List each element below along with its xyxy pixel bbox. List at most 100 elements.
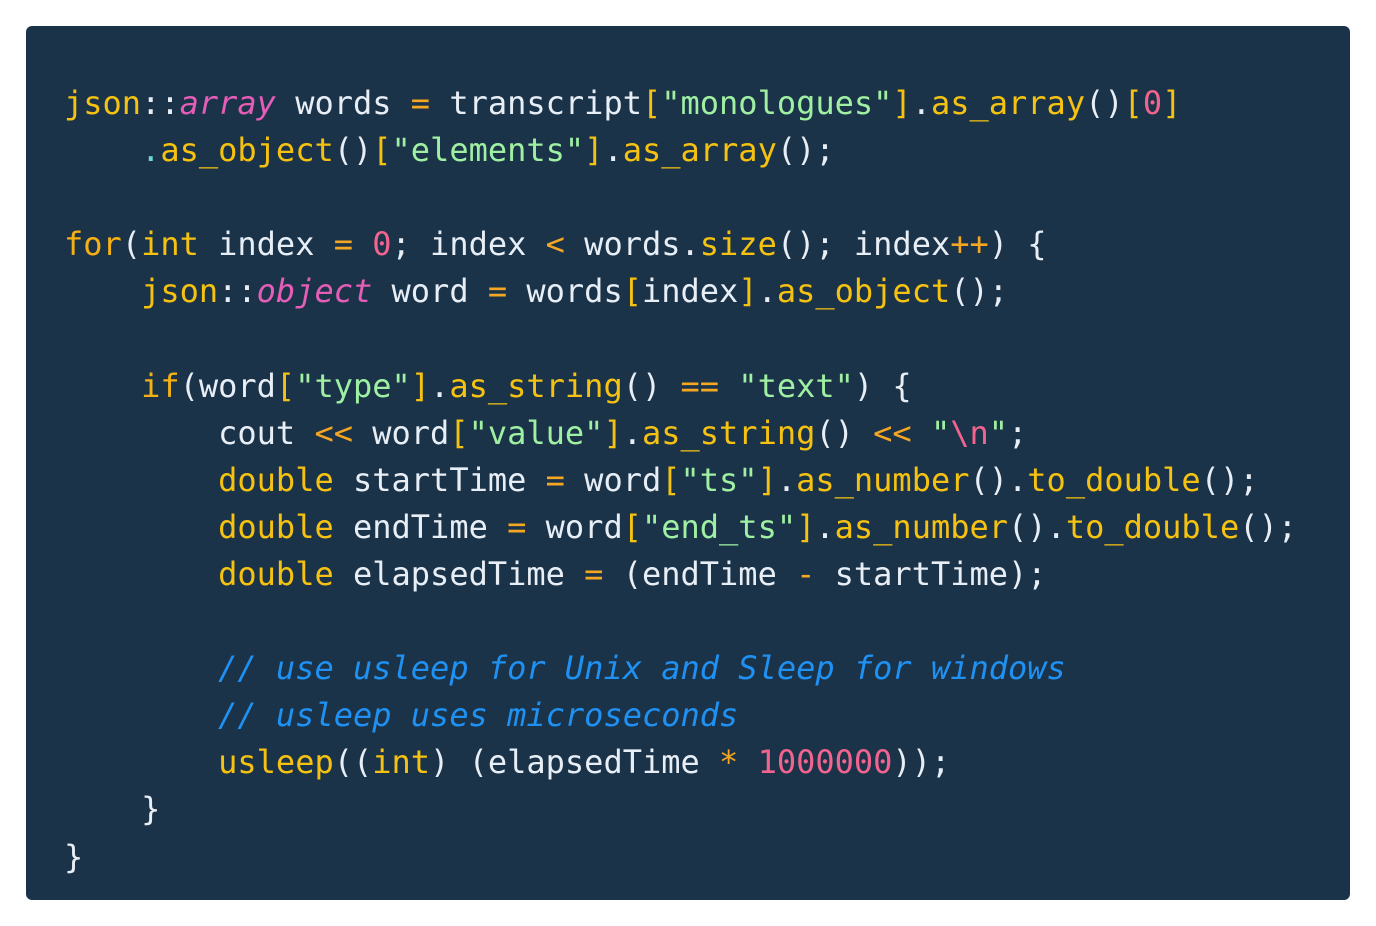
code-token-punct: . — [622, 413, 642, 452]
code-token-punct: . — [430, 366, 450, 405]
code-token-type: json — [64, 84, 142, 122]
code-token-ident: words — [275, 84, 411, 122]
code-token-punct: ; — [1008, 413, 1028, 452]
code-token-ident: ; index — [391, 225, 546, 264]
code-line: for(int index = 0; index < words.size();… — [64, 221, 1297, 268]
code-token-ident: index — [641, 272, 739, 311]
code-token-bracket: [ — [622, 507, 642, 546]
code-token-string: "type" — [295, 366, 411, 405]
code-token-string: "ts" — [680, 460, 758, 499]
code-token-func: as_array — [930, 84, 1086, 122]
code-token-func: usleep — [218, 743, 334, 782]
code-token-bracket: ] — [1162, 84, 1182, 122]
code-line: if(word["type"].as_string() == "text") { — [64, 363, 1297, 410]
code-token-bracket: ] — [892, 84, 912, 122]
code-token-punct: (); — [1200, 460, 1259, 499]
code-token-func: as_number — [796, 460, 970, 499]
code-token-keyword: for — [64, 225, 122, 264]
code-token-operator: < — [545, 225, 565, 264]
code-token-punct: () — [815, 413, 874, 452]
code-token-typeit: array — [179, 84, 276, 122]
code-token-type: int — [141, 225, 199, 264]
code-token-string: " — [988, 413, 1009, 452]
code-token-bracket: [ — [372, 131, 392, 170]
code-line: // usleep uses microseconds — [64, 692, 1297, 739]
code-token-punct: )); — [892, 743, 951, 782]
code-line: double endTime = word["end_ts"].as_numbe… — [64, 504, 1297, 551]
code-token-escape: \n — [950, 413, 989, 452]
code-token-punct: () — [1085, 84, 1124, 122]
code-token-ident: word — [352, 413, 450, 452]
code-token-ident: word — [372, 272, 488, 311]
code-token-bracket: [ — [275, 366, 296, 405]
code-token-number: 0 — [372, 225, 392, 264]
code-line: json::array words = transcript["monologu… — [64, 80, 1297, 127]
code-token-punct: (); — [950, 272, 1009, 311]
code-token-string: "monologues" — [661, 84, 893, 122]
code-token-keyword: if — [141, 366, 180, 405]
code-token-func: to_double — [1027, 460, 1201, 499]
code-token-func: to_double — [1065, 507, 1240, 546]
code-token-bracket: [ — [661, 460, 681, 499]
code-line: cout << word["value"].as_string() << "\n… — [64, 410, 1297, 457]
code-token-punct: () — [622, 366, 681, 405]
code-line: usleep((int) (elapsedTime * 1000000)); — [64, 739, 1297, 786]
code-token-method-dot: . — [141, 131, 161, 170]
code-token-punct: ( — [121, 225, 142, 264]
code-token-operator: = — [545, 460, 565, 499]
code-token-bracket: ] — [410, 366, 431, 405]
code-token-punct: (); — [776, 131, 835, 170]
code-token-ident: word — [198, 366, 276, 405]
code-token-operator: * — [719, 743, 739, 782]
code-token-punct: } — [64, 837, 84, 876]
code-token-string: " — [930, 413, 951, 452]
code-token-ident: (endTime — [603, 554, 797, 593]
code-token-typeit: object — [256, 272, 373, 311]
code-token-punct: :: — [141, 84, 180, 122]
code-token-punct: . — [680, 225, 700, 264]
code-token-func: as_string — [449, 366, 623, 405]
code-token-ident: ) (elapsedTime — [430, 743, 720, 782]
code-token-func: as_object — [776, 272, 951, 311]
code-token-punct: (); — [1239, 507, 1297, 546]
code-token-bracket: [ — [622, 272, 642, 311]
code-token-func: size — [699, 225, 777, 264]
code-token-punct: . — [757, 272, 777, 311]
code-token-ident: transcript — [430, 84, 642, 122]
code-token-punct: . — [603, 131, 623, 170]
code-token-ident: cout — [64, 413, 315, 452]
code-token-punct: (( — [333, 743, 373, 782]
code-token-ident: words — [507, 272, 623, 311]
code-token-bracket: [ — [449, 413, 469, 452]
code-token-punct: . — [911, 84, 931, 122]
code-token-ident: startTime); — [815, 554, 1047, 593]
code-token-ident: endTime — [333, 507, 508, 546]
code-token-bracket: ] — [757, 460, 777, 499]
code-token-ident: index — [198, 225, 334, 264]
code-token-string: "elements" — [391, 131, 585, 170]
code-token-ident: word — [526, 507, 623, 546]
code-line: json::object word = words[index].as_obje… — [64, 268, 1297, 315]
code-token-operator: = — [584, 554, 604, 593]
code-token-func: as_number — [834, 507, 1009, 546]
code-token-bracket: ] — [796, 507, 816, 546]
code-token-punct: :: — [218, 272, 257, 311]
code-token-ident: words — [564, 225, 681, 264]
code-token-func: as_string — [641, 413, 816, 452]
code-token-func: as_array — [622, 131, 777, 170]
code-token-operator: = — [333, 225, 353, 264]
code-token-type: double — [218, 554, 334, 593]
code-token-bracket: ] — [584, 131, 604, 170]
code-line: double elapsedTime = (endTime - startTim… — [64, 551, 1297, 598]
code-token-punct: } — [64, 790, 161, 829]
